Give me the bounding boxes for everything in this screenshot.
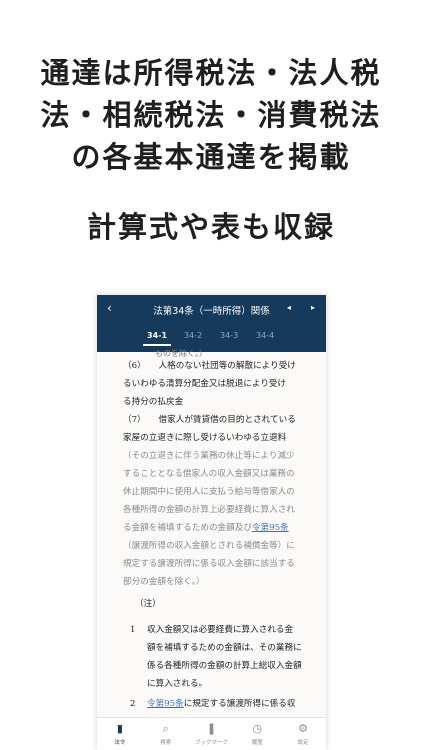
note-2-number: 2 bbox=[130, 699, 136, 709]
item-7-muted-line: （その立退きに伴う業務の休止等により減少 bbox=[123, 451, 295, 461]
note-heading: （注） bbox=[135, 599, 161, 609]
link-rei-95[interactable]: 令第95条 bbox=[147, 699, 184, 709]
item-7-muted-line: 休止期間中に使用人に支払う給与等借家人の bbox=[123, 487, 295, 497]
link-rei-95[interactable]: 令第95条 bbox=[252, 523, 289, 533]
tabbar-label: 設定 bbox=[297, 740, 309, 746]
headline-line-2: 法・相続税法・消費税法 bbox=[40, 98, 382, 132]
tabbar-label: ブックマーク bbox=[194, 740, 228, 746]
tabbar-label: 法令 bbox=[114, 740, 126, 746]
item-6-line: る持分の払戻金 bbox=[123, 397, 184, 407]
item-7-muted-line: することとなる借家人の収入金額又は業務の bbox=[123, 469, 295, 479]
note-1-line: 額を補填するための金額は、その業務に bbox=[147, 643, 302, 653]
tabbar-item-settings[interactable]: ⚙ 設定 bbox=[280, 718, 326, 750]
tabbar-item-history[interactable]: ◷ 履歴 bbox=[234, 718, 280, 750]
subline: 計算式や表も収録 bbox=[86, 210, 335, 244]
item-7-line: 家屋の立退きに際し受けるいわゆる立退料 bbox=[123, 433, 287, 443]
item-6-line: るいわゆる清算分配金又は脱退により受け bbox=[123, 379, 287, 389]
item-7-muted-line: 規定する譲渡所得に係る収入金額に該当する bbox=[123, 559, 295, 569]
nav-title: 法第34条（一時所得）関係 bbox=[153, 306, 270, 317]
history-icon: ◷ bbox=[252, 722, 263, 735]
item-6-number: （6） bbox=[123, 361, 142, 371]
tab-34-1[interactable]: 34-1 bbox=[142, 331, 172, 346]
tabbar-label: 履歴 bbox=[251, 740, 263, 746]
tab-34-2[interactable]: 34-2 bbox=[184, 331, 202, 340]
article-body[interactable]: ものを除く。） （6） 人格のない社団等の解散により受け るいわゆる清算分配金又… bbox=[97, 345, 326, 717]
next-icon[interactable]: ▸ bbox=[311, 303, 315, 312]
tab-34-4[interactable]: 34-4 bbox=[256, 331, 274, 340]
item-7-number: （7） bbox=[123, 415, 142, 425]
item-7-muted-line: （譲渡所得の収入金額とされる補償金等）に bbox=[123, 541, 295, 551]
phone-screen: ‹ 法第34条（一時所得）関係 ◂ ▸ 34-1 34-2 34-3 34-4 … bbox=[97, 295, 326, 750]
note-1-line: 収入金額又は必要経費に算入される金 bbox=[147, 625, 294, 635]
item-7-muted-line: 各種所得の金額の計算上必要経費に算入され bbox=[123, 505, 295, 515]
bookmark-icon: ❚ bbox=[206, 722, 217, 735]
note-1-line: に算入される。 bbox=[147, 679, 208, 689]
headline: 通達は所得税法・法人税 法・相続税法・消費税法 の各基本通達を掲載 bbox=[0, 52, 422, 178]
bottom-tab-bar: ▮ 法令 ⌕ 検索 ❚ ブックマーク ◷ 履歴 ⚙ 設定 bbox=[97, 717, 326, 750]
item-7-muted-line: る金額を補填するための金額及び bbox=[123, 523, 252, 533]
tabbar-label: 検索 bbox=[160, 740, 172, 746]
item-6-line: 人格のない社団等の解散により受け bbox=[141, 361, 296, 371]
headline-line-3: の各基本通達を掲載 bbox=[71, 140, 351, 174]
headline-line-1: 通達は所得税法・法人税 bbox=[40, 56, 382, 90]
item-7-muted-line: 部分の金額を除く。） bbox=[123, 577, 205, 587]
prev-icon[interactable]: ◂ bbox=[287, 303, 291, 312]
gear-icon: ⚙ bbox=[298, 722, 309, 735]
navbar: ‹ 法第34条（一時所得）関係 ◂ ▸ bbox=[97, 295, 326, 324]
note-1-line: 係る各種所得の金額の計算上総収入金額 bbox=[147, 661, 302, 671]
tabbar-item-hourei[interactable]: ▮ 法令 bbox=[97, 718, 143, 750]
note-2-line: に規定する譲渡所得に係る収 bbox=[183, 699, 296, 709]
item-7-line: 借家人が賃貸借の目的とされている bbox=[141, 415, 296, 425]
tab-34-3[interactable]: 34-3 bbox=[220, 331, 238, 340]
note-1-number: 1 bbox=[130, 625, 136, 635]
tabbar-item-search[interactable]: ⌕ 検索 bbox=[143, 718, 189, 750]
search-icon: ⌕ bbox=[162, 722, 169, 735]
book-icon: ▮ bbox=[116, 722, 123, 735]
tabbar-item-bookmark[interactable]: ❚ ブックマーク bbox=[189, 718, 235, 750]
